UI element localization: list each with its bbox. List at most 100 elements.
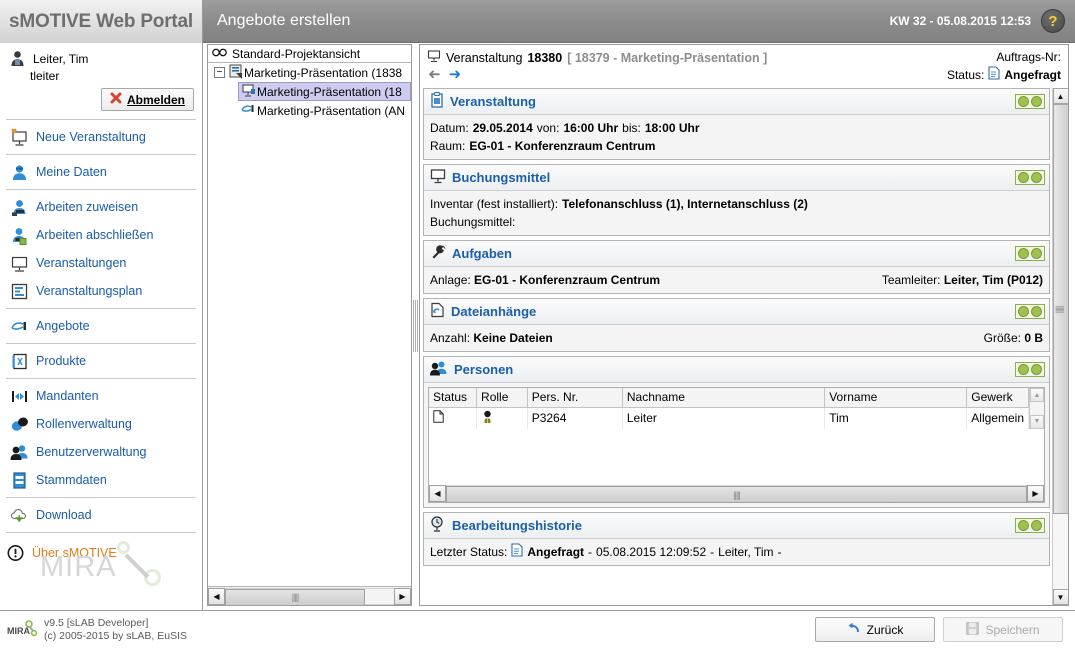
next-record-arrow-icon[interactable]: ➜: [449, 67, 462, 82]
sidebar-item-neue-veranstaltung[interactable]: Neue Veranstaltung: [6, 123, 196, 151]
section-header[interactable]: Veranstaltung: [424, 89, 1049, 115]
table-horizontal-scrollbar[interactable]: ◀ ||||| ▶: [429, 484, 1044, 503]
table-scroll-left-icon[interactable]: ◀: [429, 485, 446, 502]
table-scroll-right-icon[interactable]: ▶: [1027, 485, 1044, 502]
sidebar-item-stammdaten[interactable]: Stammdaten: [6, 466, 196, 494]
section-title: Buchungsmittel: [452, 170, 551, 185]
sidebar-item-veranstaltungen[interactable]: Veranstaltungen: [6, 249, 196, 277]
tree-node-offer[interactable]: Marketing-Präsentation (AN: [238, 101, 411, 120]
tree-node-label: Marketing-Präsentation (18: [257, 84, 402, 99]
help-icon[interactable]: ?: [1041, 9, 1065, 33]
scroll-left-arrow-icon[interactable]: ◀: [208, 587, 225, 605]
cell-status: [429, 407, 478, 429]
nav-group-2: Meine Daten: [6, 155, 196, 190]
sidebar-item-arbeiten-zuweisen[interactable]: Arbeiten zuweisen: [6, 193, 196, 221]
top-header-bar: sMOTIVE Web Portal Angebote erstellen KW…: [0, 0, 1075, 43]
section-header[interactable]: Personen: [424, 357, 1049, 383]
clipboard-icon: [430, 92, 444, 111]
section-body: Inventar (fest installiert): Telefonansc…: [424, 191, 1049, 235]
offer-icon: [241, 101, 257, 120]
inventar-line: Inventar (fest installiert): Telefonansc…: [430, 195, 1043, 213]
sections-scroll-area: Veranstaltung Datum: 29.05.2014 von: 16:…: [420, 87, 1068, 605]
col-pers-nr[interactable]: Pers. Nr.: [527, 388, 623, 408]
tree-horizontal-scrollbar[interactable]: ◀ ||||| ▶: [208, 586, 411, 606]
section-toggle[interactable]: [1015, 304, 1045, 319]
section-header[interactable]: Aufgaben: [424, 241, 1049, 267]
section-header[interactable]: Buchungsmittel: [424, 165, 1049, 191]
table-scroll-thumb[interactable]: |||||: [446, 486, 1027, 503]
table-scroll-down-icon[interactable]: ▼: [1030, 414, 1044, 429]
col-status[interactable]: Status: [429, 388, 478, 408]
bis-value: 18:00 Uhr: [644, 121, 700, 135]
tree-scroll-thumb[interactable]: |||||: [225, 588, 365, 606]
tree-node-root[interactable]: − Marketing-Präsentation (1838: [208, 63, 411, 82]
main-scroll-track[interactable]: |||||: [1052, 104, 1068, 589]
sidebar-nav: Neue Veranstaltung Meine Daten Arbeiten …: [6, 119, 196, 533]
section-header[interactable]: Bearbeitungshistorie: [424, 512, 1049, 539]
main-header: Veranstaltung 18380 [ 18379 - Marketing-…: [420, 45, 1068, 87]
sidebar-item-produkte[interactable]: Produkte: [6, 347, 196, 375]
table-scroll-up-icon[interactable]: ▲: [1030, 388, 1044, 402]
section-title: Veranstaltung: [450, 94, 536, 109]
assign-work-icon: [10, 198, 29, 217]
personen-table-scroll: Status Rolle Pers. Nr. Nachname Vorname …: [429, 388, 1044, 429]
personen-grid: Status Rolle Pers. Nr. Nachname Vorname …: [429, 388, 1029, 429]
section-toggle[interactable]: [1015, 246, 1045, 261]
project-icon: [228, 63, 244, 82]
sidebar-item-angebote[interactable]: Angebote: [6, 312, 196, 340]
user-name: Leiter, Tim: [33, 51, 89, 66]
sidebar-item-download[interactable]: Download: [6, 501, 196, 529]
section-toggle[interactable]: [1015, 170, 1045, 185]
col-gewerk[interactable]: Gewerk: [966, 388, 1029, 408]
main-vertical-scrollbar[interactable]: ▲ ||||| ▼: [1052, 88, 1068, 605]
sidebar-item-meine-daten[interactable]: Meine Daten: [6, 158, 196, 186]
section-header[interactable]: Dateianhänge: [424, 299, 1049, 325]
history-user: Leiter, Tim: [718, 544, 774, 559]
col-vorname[interactable]: Vorname: [824, 388, 968, 408]
inventar-value: Telefonanschluss (1), Internetanschluss …: [562, 197, 808, 211]
scroll-right-arrow-icon[interactable]: ▶: [394, 587, 411, 605]
von-label: von:: [536, 121, 560, 135]
logout-button[interactable]: Abmelden: [100, 88, 194, 111]
event-label: Veranstaltung: [446, 50, 523, 65]
table-vertical-scrollbar[interactable]: ▲ ▼: [1029, 388, 1044, 429]
sidebar-item-rollenverwaltung[interactable]: Rollenverwaltung: [6, 410, 196, 438]
sidebar-item-benutzerverwaltung[interactable]: Benutzerverwaltung: [6, 438, 196, 466]
tree-node-selected[interactable]: Marketing-Präsentation (18: [238, 82, 411, 101]
glasses-icon: [212, 47, 227, 61]
application-window: sMOTIVE Web Portal Angebote erstellen KW…: [0, 0, 1075, 648]
col-rolle[interactable]: Rolle: [476, 388, 528, 408]
status-badge: Angefragt: [1004, 68, 1061, 82]
section-body: Anzahl: Keine Dateien Größe: 0 B: [424, 325, 1049, 351]
personen-table: Status Rolle Pers. Nr. Nachname Vorname …: [428, 387, 1045, 503]
event-reference: [ 18379 - Marketing-Präsentation ]: [567, 50, 768, 65]
section-title-group: Buchungsmittel: [430, 168, 550, 187]
sidebar-item-mandanten[interactable]: Mandanten: [6, 382, 196, 410]
save-button[interactable]: Speichern: [943, 617, 1063, 642]
sidebar-item-arbeiten-abschliessen[interactable]: Arbeiten abschließen: [6, 221, 196, 249]
section-toggle[interactable]: [1015, 94, 1045, 109]
section-toggle[interactable]: [1015, 517, 1045, 533]
close-x-icon: [110, 92, 122, 107]
collapse-expander-icon[interactable]: −: [214, 67, 225, 78]
scroll-grip-icon: |||||: [1055, 305, 1066, 313]
sidebar-item-veranstaltungsplan[interactable]: Veranstaltungsplan: [6, 277, 196, 305]
back-button[interactable]: Zurück: [815, 617, 935, 642]
tree-scroll-track[interactable]: |||||: [225, 587, 394, 606]
bis-label: bis:: [622, 121, 641, 135]
aufgaben-row: Anlage: EG-01 - Konferenzraum Centrum Te…: [430, 271, 1043, 289]
status-label: Status:: [946, 68, 985, 82]
col-nachname[interactable]: Nachname: [622, 388, 826, 408]
previous-record-arrow-icon[interactable]: ➜: [428, 66, 441, 83]
main-scroll-thumb[interactable]: |||||: [1052, 104, 1068, 514]
sidebar-item-label: Download: [36, 508, 92, 522]
panel-splitter[interactable]: [413, 300, 418, 352]
main-scroll-up-icon[interactable]: ▲: [1052, 88, 1068, 104]
section-body: Anlage: EG-01 - Konferenzraum Centrum Te…: [424, 267, 1049, 293]
table-row[interactable]: P3264 Leiter Tim Allgemein: [429, 407, 1029, 429]
table-scroll-track[interactable]: |||||: [446, 485, 1027, 503]
history-document-icon: [511, 543, 523, 560]
section-toggle[interactable]: [1015, 362, 1045, 377]
main-scroll-down-icon[interactable]: ▼: [1052, 589, 1068, 605]
cell-rolle: [476, 407, 528, 429]
